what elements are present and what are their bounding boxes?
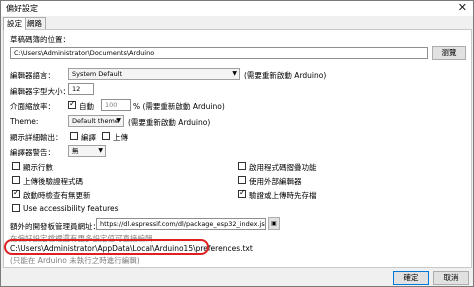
theme-label: Theme: (10, 117, 39, 126)
tab-network[interactable]: 網路 (23, 17, 46, 29)
settings-panel: 草稿碼簿的位置： C:\Users\Administrator\Document… (3, 29, 472, 268)
chevron-down-icon: ▼ (116, 117, 121, 124)
option-label: 啟動時檢查有無更新 (23, 191, 91, 200)
compiler-warnings-value: 無 (72, 147, 79, 155)
title-bar: 偏好設定 ✕ (1, 1, 473, 16)
theme-value: Default theme (72, 117, 119, 125)
editor-language-select[interactable]: System Default ▼ (68, 68, 240, 80)
list-window-icon: ▣ (271, 220, 277, 227)
verbose-compile-checkbox[interactable] (70, 132, 78, 140)
option-label: 上傳後驗證程式碼 (23, 177, 83, 186)
option-checkbox-accessibility[interactable] (12, 204, 20, 212)
interface-scale-label: 介面縮放率： (10, 102, 55, 111)
window-title: 偏好設定 (6, 4, 38, 13)
compiler-warnings-label: 編譯器警告： (10, 148, 55, 157)
ok-button[interactable]: 確定 (393, 271, 429, 285)
editor-language-label: 編輯器語言： (10, 71, 55, 80)
sketchbook-label: 草稿碼簿的位置： (10, 35, 70, 44)
browse-button[interactable]: 瀏覽 (432, 46, 466, 60)
option-label: 驗證或上傳時先存檔 (249, 191, 317, 200)
font-size-input[interactable]: 12 (68, 83, 94, 95)
verbose-output-label: 顯示詳細輸出： (10, 133, 63, 142)
auto-scale-label: 自動 (79, 102, 94, 111)
option-checkbox-external-editor[interactable] (238, 176, 246, 184)
chevron-down-icon: ▼ (232, 70, 237, 77)
option-label: Use accessibility features (23, 204, 119, 213)
theme-select[interactable]: Default theme ▼ (68, 115, 124, 127)
verbose-upload-label: 上傳 (113, 133, 128, 142)
close-icon[interactable]: ✕ (458, 1, 467, 14)
compiler-warnings-select[interactable]: 無 ▼ (68, 145, 106, 157)
board-manager-label: 額外的開發板管理員網址： (10, 222, 100, 231)
open-url-list-button[interactable]: ▣ (268, 217, 280, 230)
editor-language-note: (需要重新啟動 Arduino) (244, 71, 327, 80)
edit-only-note: (只能在 Arduino 未執行之時進行編輯) (10, 256, 140, 265)
chevron-down-icon: ▼ (98, 147, 103, 154)
option-checkbox-line-numbers[interactable] (12, 162, 20, 170)
sketchbook-path-input[interactable]: C:\Users\Administrator\Documents\Arduino (10, 47, 428, 59)
editor-language-value: System Default (72, 70, 123, 78)
tab-settings[interactable]: 設定 (3, 17, 26, 30)
auto-scale-checkbox[interactable] (68, 99, 76, 109)
option-checkbox-check-updates[interactable] (12, 188, 20, 198)
scale-percent-input[interactable]: 100 (101, 99, 131, 111)
board-manager-url-input[interactable]: https://dl.espressif.com/dl/package_esp3… (96, 218, 266, 230)
option-label: 使用外部編輯器 (249, 177, 302, 186)
option-label: 啟用程式碼摺疊功能 (249, 163, 317, 172)
verbose-compile-label: 編譯 (81, 133, 96, 142)
option-label: 顯示行數 (23, 163, 53, 172)
cancel-button[interactable]: 取消 (433, 271, 469, 285)
option-checkbox-code-folding[interactable] (238, 162, 246, 170)
font-size-label: 編輯器字型大小： (10, 87, 70, 96)
scale-percent-note: % (需要重新啟動 Arduino) (133, 102, 225, 111)
verbose-upload-checkbox[interactable] (102, 132, 110, 140)
theme-note: (需要重新啟動 Arduino) (128, 118, 211, 127)
option-checkbox-verify-upload[interactable] (12, 176, 20, 184)
preferences-window: 偏好設定 ✕ 設定 網路 草稿碼簿的位置： C:\Users\Administr… (0, 0, 474, 287)
highlight-oval (4, 239, 209, 255)
option-checkbox-save-on-verify[interactable] (238, 188, 246, 198)
